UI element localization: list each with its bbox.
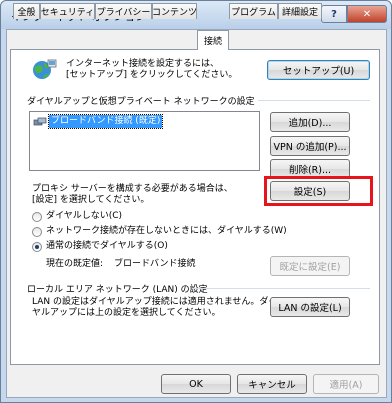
- add-button[interactable]: 追加(D)...: [270, 112, 350, 132]
- dialup-section-label: ダイヤルアップと仮想プライベート ネットワークの設定: [27, 97, 255, 107]
- proxy-text-line2: [設定] を選択してください。: [32, 195, 150, 205]
- proxy-text-line1: プロキシ サーバーを構成する必要がある場合は、: [32, 184, 233, 194]
- set-default-button[interactable]: 既定に設定(E): [270, 256, 350, 276]
- current-default-label: 現在の既定値:: [46, 259, 104, 269]
- ok-button[interactable]: OK: [161, 374, 231, 394]
- cancel-button[interactable]: キャンセル: [237, 374, 307, 394]
- dialup-section-divider: [258, 100, 370, 101]
- broadband-connection-icon: [33, 117, 47, 125]
- help-button[interactable]: ?: [321, 5, 347, 23]
- radio-always-dial[interactable]: [32, 242, 42, 252]
- settings-highlight-frame: [264, 176, 373, 206]
- radio-always-dial-label[interactable]: 通常の接続でダイヤルする(O): [46, 241, 168, 252]
- radio-never-dial-label[interactable]: ダイヤルしない(C): [46, 211, 122, 222]
- tab-programs[interactable]: プログラム: [229, 3, 278, 19]
- tab-advanced[interactable]: 詳細設定: [278, 3, 322, 19]
- list-item[interactable]: ブロードバンド接続 (既定): [33, 114, 167, 129]
- setup-button[interactable]: セットアップ(U): [267, 60, 370, 80]
- lan-settings-button[interactable]: LAN の設定(L): [270, 297, 350, 317]
- tab-connections[interactable]: 接続: [197, 30, 229, 50]
- lan-text-line1: LAN の設定はダイヤルアップ接続には適用されません。ダイ: [32, 297, 278, 307]
- close-button[interactable]: ✕: [347, 5, 387, 23]
- tab-general[interactable]: 全般: [13, 3, 40, 19]
- setup-text-line1: インターネット接続を設定するには、: [66, 59, 220, 69]
- internet-globe-icon: [33, 59, 57, 79]
- radio-never-dial[interactable]: [32, 212, 42, 222]
- tab-security[interactable]: セキュリティ: [40, 3, 95, 19]
- current-default-value: ブロードバンド接続: [114, 259, 196, 269]
- add-vpn-button[interactable]: VPN の追加(P)...: [270, 136, 350, 156]
- lan-section-label: ローカル エリア ネットワーク (LAN) の設定: [27, 285, 208, 295]
- setup-text-line2: [セットアップ] をクリックしてください。: [66, 70, 238, 80]
- tab-privacy[interactable]: プライバシー: [95, 3, 152, 19]
- lan-text-line2: ヤルアップには上の設定を選択してください。: [32, 308, 221, 318]
- lan-section-divider: [192, 288, 370, 289]
- connection-name: ブロードバンド接続 (既定): [47, 114, 164, 129]
- connection-list[interactable]: ブロードバンド接続 (既定): [29, 111, 260, 171]
- radio-dial-when-no-network[interactable]: [32, 227, 42, 237]
- tab-content[interactable]: コンテンツ: [152, 3, 197, 19]
- apply-button[interactable]: 適用(A): [313, 374, 379, 394]
- radio-dial-when-no-network-label[interactable]: ネットワーク接続が存在しないときには、ダイヤルする(W): [46, 226, 287, 237]
